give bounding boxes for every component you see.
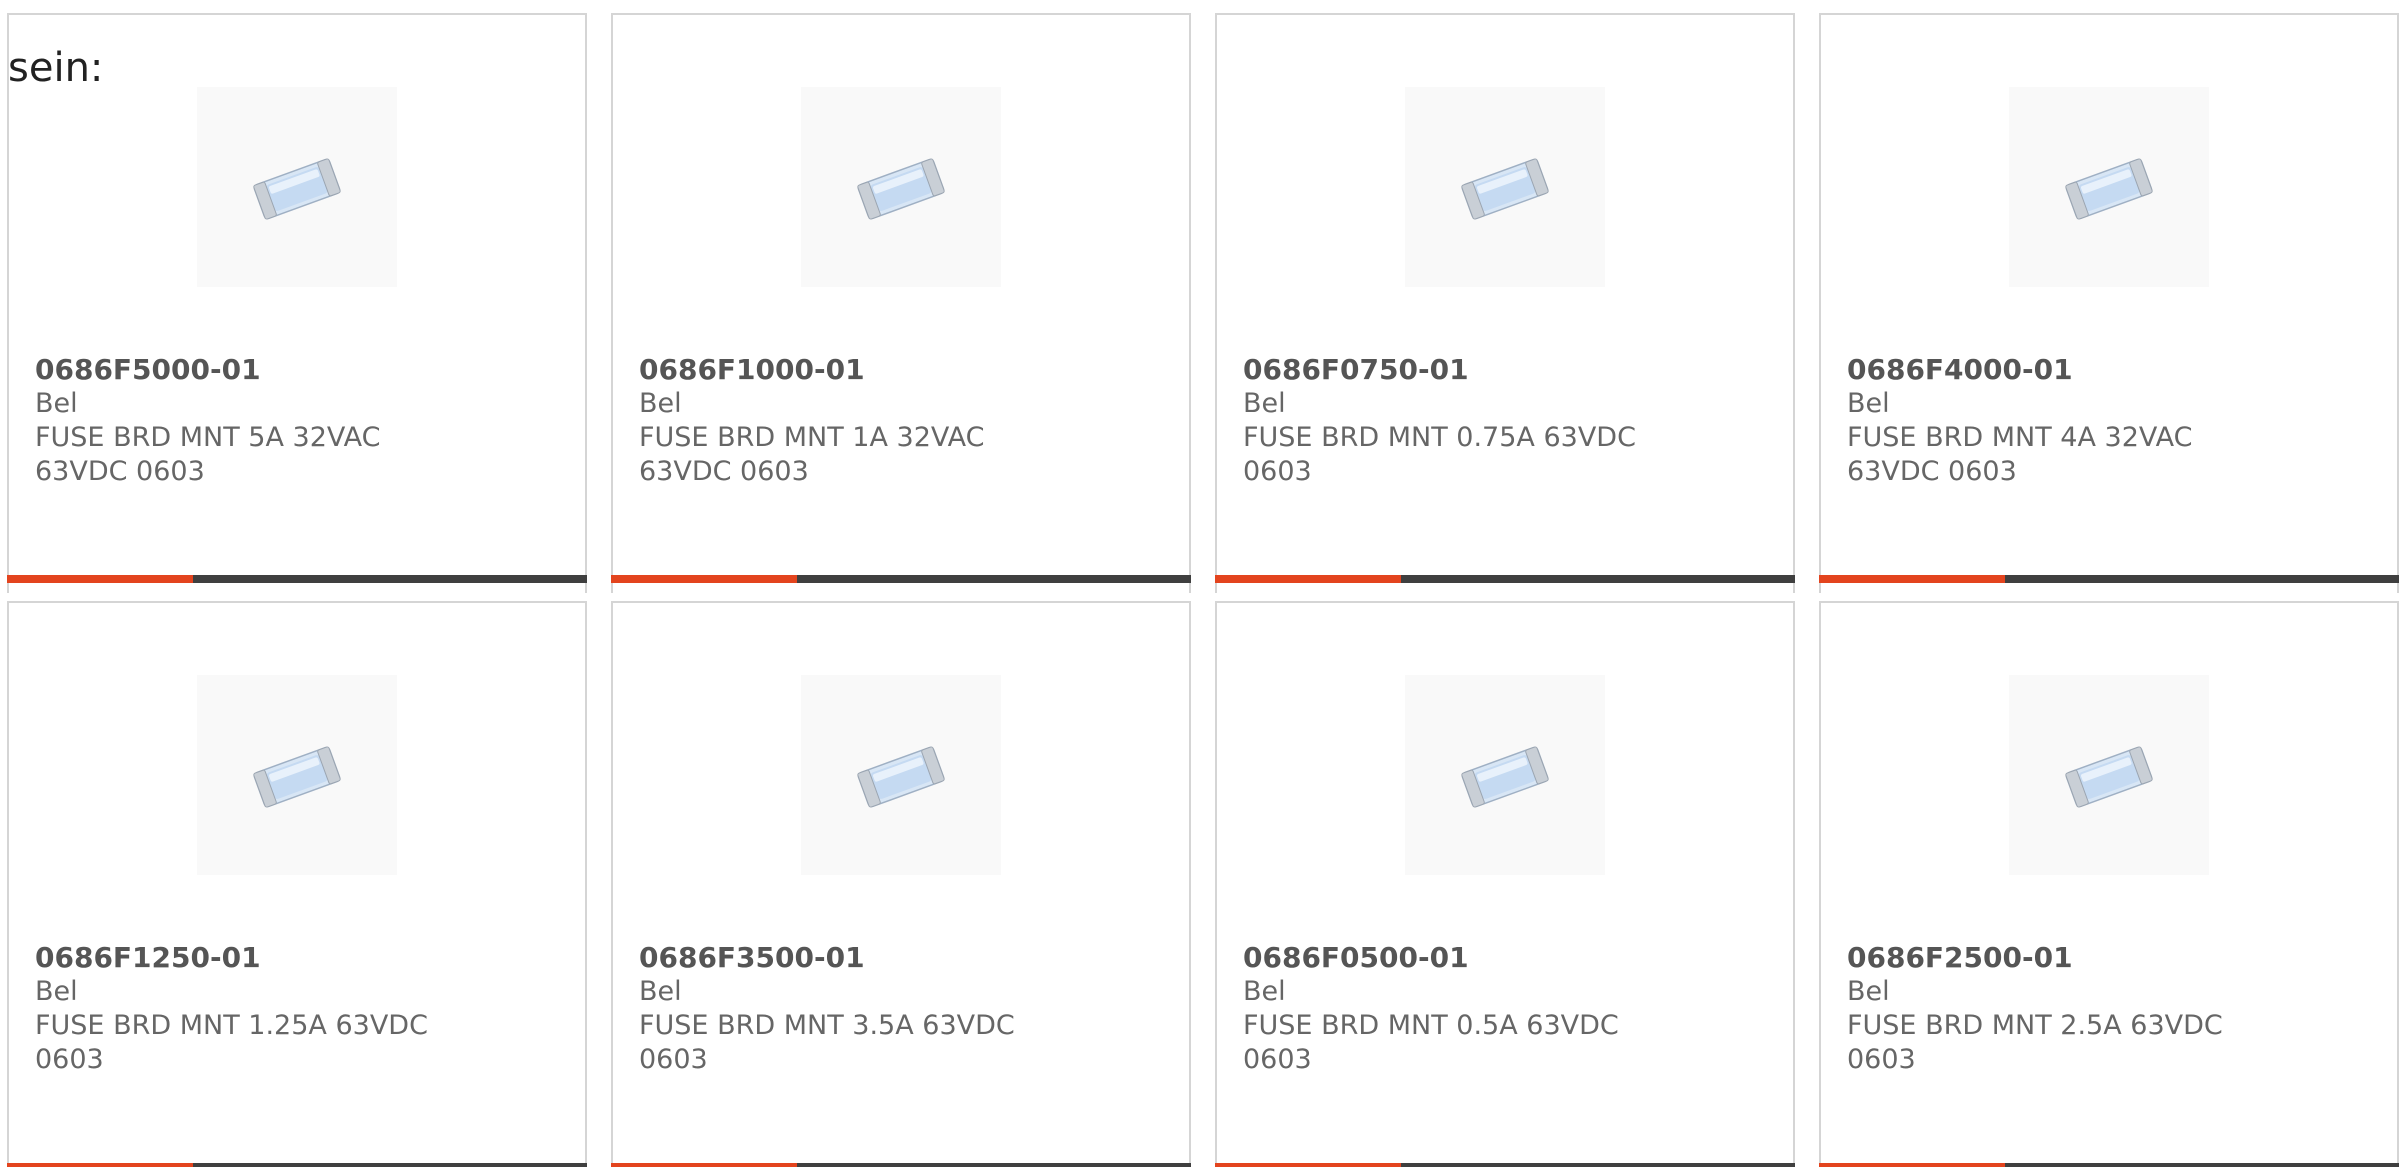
manufacturer: Bel xyxy=(1243,388,1286,419)
progress-bar xyxy=(7,575,587,583)
description: FUSE BRD MNT 2.5A 63VDC 0603 xyxy=(1847,1010,2223,1075)
progress-bar xyxy=(7,1163,587,1167)
product-card-link[interactable]: 0686F4000-01 Bel FUSE BRD MNT 4A 32VAC 6… xyxy=(1821,15,2397,593)
product-image xyxy=(197,87,397,287)
progress-fill xyxy=(1819,575,2005,583)
progress-bar xyxy=(1215,1163,1795,1167)
product-card-link[interactable]: 0686F0500-01 Bel FUSE BRD MNT 0.5A 63VDC… xyxy=(1217,603,1793,1167)
product-info: 0686F3500-01 Bel FUSE BRD MNT 3.5A 63VDC… xyxy=(639,941,1159,1077)
part-number: 0686F5000-01 xyxy=(35,353,261,386)
product-image xyxy=(2009,87,2209,287)
progress-bar xyxy=(1215,575,1795,583)
product-grid: 0686F5000-01 Bel FUSE BRD MNT 5A 32VAC 6… xyxy=(7,13,2399,1167)
manufacturer: Bel xyxy=(1243,976,1286,1007)
product-card-link[interactable]: 0686F1250-01 Bel FUSE BRD MNT 1.25A 63VD… xyxy=(9,603,585,1167)
manufacturer: Bel xyxy=(35,976,78,1007)
product-card[interactable]: 0686F1000-01 Bel FUSE BRD MNT 1A 32VAC 6… xyxy=(611,13,1191,593)
progress-bar xyxy=(1819,1163,2399,1167)
product-card[interactable]: 0686F1250-01 Bel FUSE BRD MNT 1.25A 63VD… xyxy=(7,601,587,1167)
smd-fuse-chip-icon xyxy=(2009,87,2209,287)
product-card[interactable]: 0686F5000-01 Bel FUSE BRD MNT 5A 32VAC 6… xyxy=(7,13,587,593)
part-number: 0686F0750-01 xyxy=(1243,353,1469,386)
manufacturer: Bel xyxy=(639,388,682,419)
product-page: sein: 0686F5000-01 Bel FUSE BRD MNT 5A 3… xyxy=(0,0,2400,1167)
product-info: 0686F0750-01 Bel FUSE BRD MNT 0.75A 63VD… xyxy=(1243,353,1763,489)
progress-bar xyxy=(1819,575,2399,583)
product-card-link[interactable]: 0686F5000-01 Bel FUSE BRD MNT 5A 32VAC 6… xyxy=(9,15,585,593)
progress-fill xyxy=(611,1163,797,1167)
progress-fill xyxy=(1819,1163,2005,1167)
product-card-link[interactable]: 0686F3500-01 Bel FUSE BRD MNT 3.5A 63VDC… xyxy=(613,603,1189,1167)
product-card[interactable]: 0686F3500-01 Bel FUSE BRD MNT 3.5A 63VDC… xyxy=(611,601,1191,1167)
manufacturer: Bel xyxy=(35,388,78,419)
progress-bar xyxy=(611,575,1191,583)
part-number: 0686F0500-01 xyxy=(1243,941,1469,974)
product-info: 0686F5000-01 Bel FUSE BRD MNT 5A 32VAC 6… xyxy=(35,353,555,489)
progress-fill xyxy=(611,575,797,583)
product-card[interactable]: 0686F0750-01 Bel FUSE BRD MNT 0.75A 63VD… xyxy=(1215,13,1795,593)
intro-text: sein: xyxy=(8,45,104,91)
progress-fill xyxy=(1215,575,1401,583)
product-info: 0686F1000-01 Bel FUSE BRD MNT 1A 32VAC 6… xyxy=(639,353,1159,489)
description: FUSE BRD MNT 0.5A 63VDC 0603 xyxy=(1243,1010,1619,1075)
description: FUSE BRD MNT 0.75A 63VDC 0603 xyxy=(1243,422,1636,487)
product-image xyxy=(1405,675,1605,875)
product-info: 0686F1250-01 Bel FUSE BRD MNT 1.25A 63VD… xyxy=(35,941,555,1077)
description: FUSE BRD MNT 5A 32VAC 63VDC 0603 xyxy=(35,422,381,487)
smd-fuse-chip-icon xyxy=(801,87,1001,287)
description: FUSE BRD MNT 1.25A 63VDC 0603 xyxy=(35,1010,428,1075)
product-info: 0686F0500-01 Bel FUSE BRD MNT 0.5A 63VDC… xyxy=(1243,941,1763,1077)
product-image xyxy=(2009,675,2209,875)
product-card-link[interactable]: 0686F1000-01 Bel FUSE BRD MNT 1A 32VAC 6… xyxy=(613,15,1189,593)
manufacturer: Bel xyxy=(1847,388,1890,419)
smd-fuse-chip-icon xyxy=(2009,675,2209,875)
product-image xyxy=(801,675,1001,875)
part-number: 0686F1250-01 xyxy=(35,941,261,974)
description: FUSE BRD MNT 4A 32VAC 63VDC 0603 xyxy=(1847,422,2193,487)
progress-bar xyxy=(611,1163,1191,1167)
description: FUSE BRD MNT 1A 32VAC 63VDC 0603 xyxy=(639,422,985,487)
part-number: 0686F1000-01 xyxy=(639,353,865,386)
manufacturer: Bel xyxy=(639,976,682,1007)
smd-fuse-chip-icon xyxy=(1405,87,1605,287)
smd-fuse-chip-icon xyxy=(197,675,397,875)
product-card[interactable]: 0686F2500-01 Bel FUSE BRD MNT 2.5A 63VDC… xyxy=(1819,601,2399,1167)
part-number: 0686F2500-01 xyxy=(1847,941,2073,974)
product-info: 0686F4000-01 Bel FUSE BRD MNT 4A 32VAC 6… xyxy=(1847,353,2367,489)
smd-fuse-chip-icon xyxy=(1405,675,1605,875)
product-image xyxy=(1405,87,1605,287)
product-card-link[interactable]: 0686F0750-01 Bel FUSE BRD MNT 0.75A 63VD… xyxy=(1217,15,1793,593)
product-info: 0686F2500-01 Bel FUSE BRD MNT 2.5A 63VDC… xyxy=(1847,941,2367,1077)
progress-fill xyxy=(7,575,193,583)
product-card[interactable]: 0686F0500-01 Bel FUSE BRD MNT 0.5A 63VDC… xyxy=(1215,601,1795,1167)
smd-fuse-chip-icon xyxy=(801,675,1001,875)
product-image xyxy=(197,675,397,875)
part-number: 0686F3500-01 xyxy=(639,941,865,974)
description: FUSE BRD MNT 3.5A 63VDC 0603 xyxy=(639,1010,1015,1075)
progress-fill xyxy=(7,1163,193,1167)
manufacturer: Bel xyxy=(1847,976,1890,1007)
product-image xyxy=(801,87,1001,287)
product-card-link[interactable]: 0686F2500-01 Bel FUSE BRD MNT 2.5A 63VDC… xyxy=(1821,603,2397,1167)
progress-fill xyxy=(1215,1163,1401,1167)
smd-fuse-chip-icon xyxy=(197,87,397,287)
product-card[interactable]: 0686F4000-01 Bel FUSE BRD MNT 4A 32VAC 6… xyxy=(1819,13,2399,593)
part-number: 0686F4000-01 xyxy=(1847,353,2073,386)
